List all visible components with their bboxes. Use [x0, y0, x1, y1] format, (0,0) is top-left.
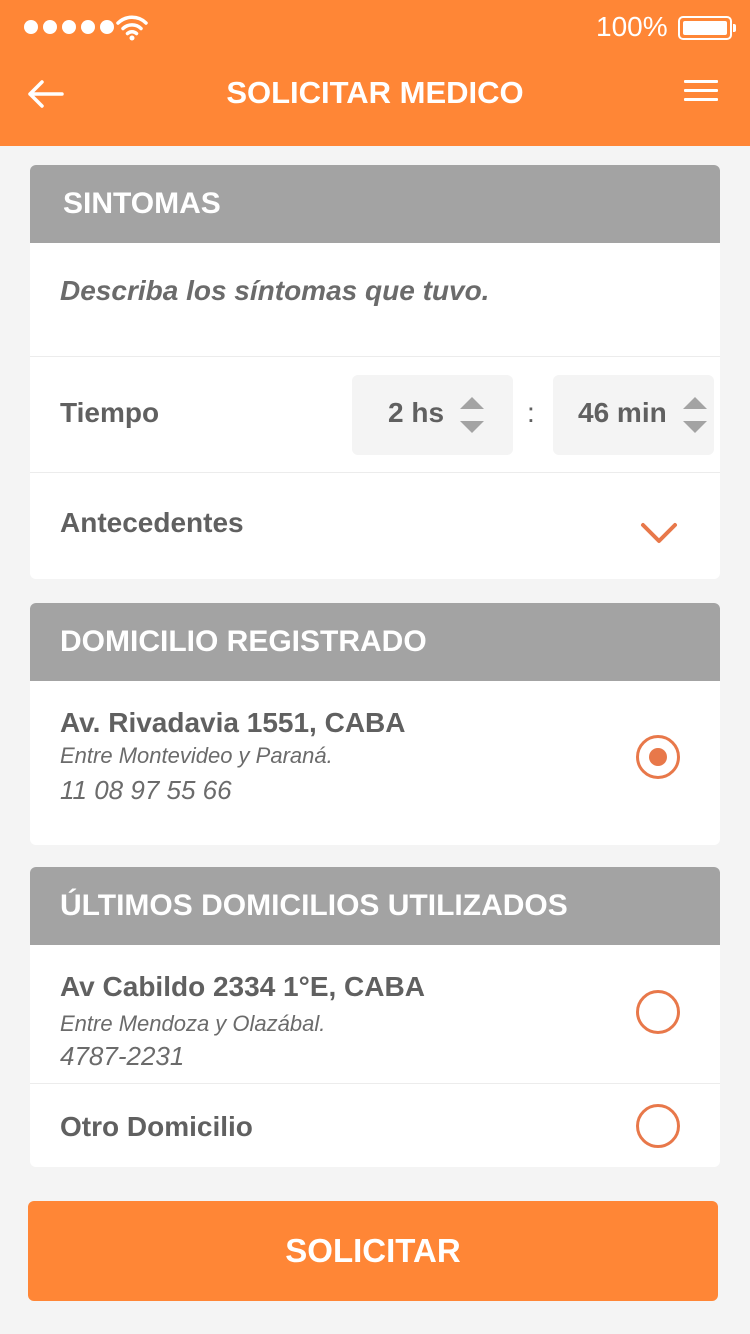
recent-address-option[interactable]: Av Cabildo 2334 1°E, CABA Entre Mendoza …: [30, 945, 720, 1084]
ultimos-domicilios-card: ÚLTIMOS DOMICILIOS UTILIZADOS Av Cabildo…: [30, 867, 720, 1167]
antecedentes-dropdown[interactable]: Antecedentes: [30, 473, 720, 577]
hamburger-menu-icon[interactable]: [684, 80, 718, 108]
antecedentes-label: Antecedentes: [60, 507, 244, 538]
stepper-arrows-icon[interactable]: [459, 395, 485, 435]
address-line: Av Cabildo 2334 1°E, CABA: [60, 971, 425, 1002]
tiempo-label: Tiempo: [60, 397, 160, 428]
hours-value: 2 hs: [388, 397, 445, 428]
address-phone: 4787-2231: [60, 1041, 185, 1071]
minutes-value: 46 min: [578, 397, 667, 428]
symptoms-input[interactable]: Describa los síntomas que tuvo.: [30, 243, 720, 357]
radio-unselected[interactable]: [636, 1104, 680, 1148]
chevron-down-icon[interactable]: [640, 521, 678, 547]
sintomas-card: SINTOMAS Describa los síntomas que tuvo.…: [30, 165, 720, 579]
top-bar: 100% SOLICITAR MEDICO: [0, 0, 750, 146]
battery-icon: [678, 16, 736, 40]
address-phone: 11 08 97 55 66: [60, 775, 232, 805]
page-title: SOLICITAR MEDICO: [226, 75, 524, 110]
wifi-icon: [116, 15, 148, 41]
radio-unselected[interactable]: [636, 990, 680, 1034]
address-between: Entre Montevideo y Paraná.: [60, 743, 333, 768]
address-between: Entre Mendoza y Olazábal.: [60, 1011, 326, 1036]
domicilio-registrado-card: DOMICILIO REGISTRADO Av. Rivadavia 1551,…: [30, 603, 720, 845]
sintomas-heading: SINTOMAS: [30, 165, 720, 243]
ultimos-domicilios-heading: ÚLTIMOS DOMICILIOS UTILIZADOS: [30, 867, 720, 945]
address-line: Otro Domicilio: [60, 1111, 253, 1142]
solicitar-button[interactable]: SOLICITAR: [28, 1201, 718, 1301]
time-separator: :: [527, 397, 535, 428]
signal-dots-icon: [24, 20, 114, 34]
other-address-option[interactable]: Otro Domicilio: [30, 1084, 720, 1167]
domicilio-registrado-heading: DOMICILIO REGISTRADO: [30, 603, 720, 681]
status-bar: 100%: [0, 0, 750, 56]
minutes-stepper[interactable]: 46 min: [553, 375, 714, 455]
hours-stepper[interactable]: 2 hs: [352, 375, 513, 455]
battery-percentage: 100%: [596, 11, 668, 42]
tiempo-row: Tiempo 2 hs : 46 min: [30, 357, 720, 473]
stepper-arrows-icon[interactable]: [682, 395, 708, 435]
address-line: Av. Rivadavia 1551, CABA: [60, 707, 406, 738]
radio-selected[interactable]: [636, 735, 680, 779]
registered-address-option[interactable]: Av. Rivadavia 1551, CABA Entre Montevide…: [30, 681, 720, 845]
